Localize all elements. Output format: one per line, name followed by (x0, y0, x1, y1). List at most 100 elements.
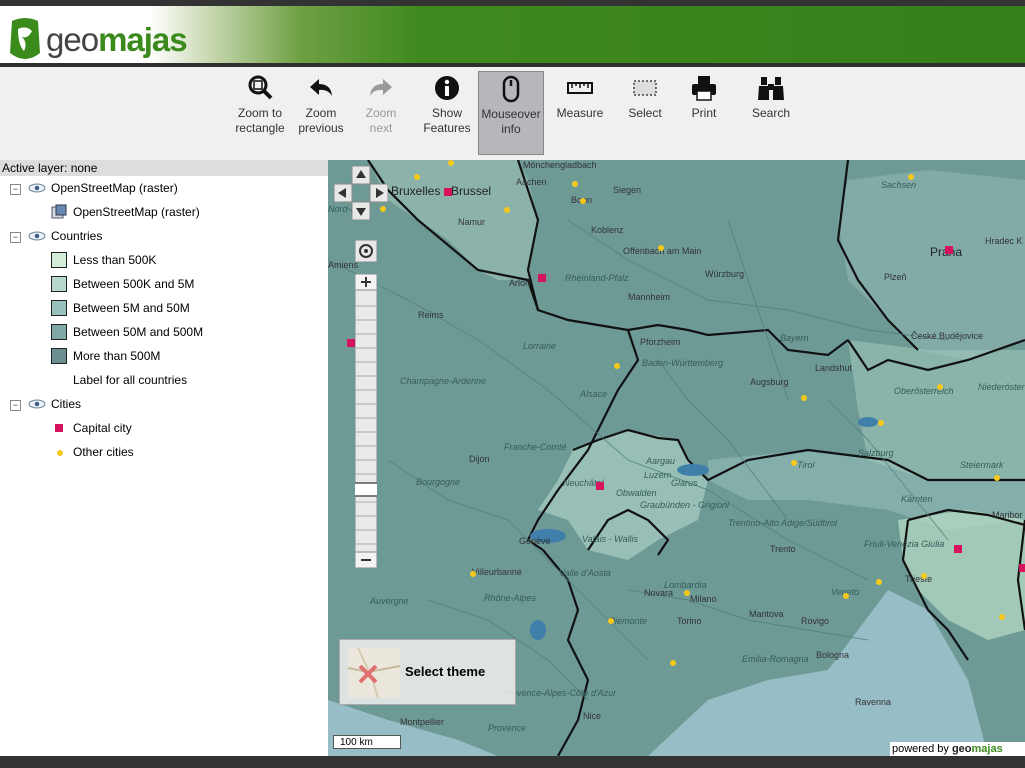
city-marker[interactable] (876, 579, 882, 585)
map-label: Mannheim (628, 292, 671, 302)
city-marker[interactable] (614, 363, 620, 369)
tool-label: Print (691, 106, 717, 120)
layer-name-countries[interactable]: Countries (51, 225, 102, 247)
map-label: Aachen (516, 177, 547, 187)
tool-label: Search (751, 106, 791, 120)
zoom-to-rectangle-button[interactable]: Zoom to rectangle (227, 71, 293, 155)
show-features-button[interactable]: Show Features (414, 71, 480, 155)
zoom-to-extent-icon[interactable] (355, 240, 377, 262)
legend-item-50m-500m: Between 50M and 500M (73, 325, 204, 339)
map-label: Namur (458, 217, 486, 227)
layer-name-cities[interactable]: Cities (51, 393, 81, 415)
map-label: Würzburg (705, 269, 745, 279)
map-toolbar: Zoom to rectangle Zoom previous Zoom nex… (0, 67, 1025, 160)
tool-label: Measure (556, 106, 604, 120)
capital-city-marker[interactable] (954, 545, 962, 553)
collapse-toggle-osm[interactable]: − (10, 184, 21, 195)
city-marker[interactable] (801, 395, 807, 401)
city-marker[interactable] (504, 207, 510, 213)
collapse-toggle-cities[interactable]: − (10, 400, 21, 411)
city-marker[interactable] (921, 573, 927, 579)
legend-item-label-all-countries: Label for all countries (73, 373, 188, 387)
map-label: Pforzheim (640, 337, 681, 347)
city-marker[interactable] (470, 571, 476, 577)
map-label: Alsace (580, 389, 608, 399)
select-theme-button[interactable]: Select theme (339, 639, 516, 705)
city-marker[interactable] (670, 660, 676, 666)
city-marker[interactable] (448, 160, 454, 166)
measure-button[interactable]: Measure (547, 71, 613, 155)
map-label: Siegen (613, 185, 642, 195)
capital-city-marker[interactable] (538, 274, 546, 282)
pan-control[interactable] (334, 166, 388, 220)
eye-icon[interactable] (28, 231, 46, 241)
map-label: Graubünden - Grigioni (640, 500, 730, 510)
capital-city-marker[interactable] (444, 188, 452, 196)
eye-icon[interactable] (28, 399, 46, 409)
city-marker[interactable] (658, 245, 664, 251)
eye-icon[interactable] (28, 183, 46, 193)
tool-label: Show Features (423, 106, 471, 135)
map-label: Trento (770, 544, 796, 554)
map-label: Kärnten (901, 494, 933, 504)
print-button[interactable]: Print (671, 71, 737, 155)
map-label: Auvergne (370, 596, 409, 606)
zoom-slider[interactable] (352, 273, 380, 569)
map-label: Oberösterreich (894, 386, 954, 396)
capital-city-marker[interactable] (596, 482, 604, 490)
map-label: Milano (690, 594, 717, 604)
city-marker[interactable] (994, 475, 1000, 481)
legend-item-500k-5m: Between 500K and 5M (73, 277, 195, 291)
zoom-previous-button[interactable]: Zoom previous (288, 71, 354, 155)
city-marker[interactable] (999, 614, 1005, 620)
mouse-icon (502, 75, 520, 103)
map-label: Piemonte (609, 616, 648, 626)
map-label: Reims (418, 310, 444, 320)
map-label: Bologna (816, 650, 850, 660)
map-label: Sachsen (881, 180, 917, 190)
map-label: Bourgogne (416, 477, 461, 487)
geomajas-logo[interactable]: geomajas (8, 15, 188, 65)
map-label: Villeurbanne (472, 567, 522, 577)
search-button[interactable]: Search (738, 71, 804, 155)
city-marker[interactable] (580, 198, 586, 204)
layer-name-osm[interactable]: OpenStreetMap (raster) (51, 177, 178, 199)
map-label: Friuli-Venezia Giulia (864, 539, 945, 549)
tool-label: Zoom next (365, 106, 397, 135)
swatch-5m-50m (51, 300, 67, 316)
select-rectangle-icon (633, 80, 657, 96)
tool-label: Zoom previous (298, 106, 344, 135)
map-label: Obwalden (616, 488, 657, 498)
city-marker[interactable] (572, 181, 578, 187)
info-icon (435, 76, 459, 100)
logo-wordmark: geomajas (46, 21, 188, 59)
bottom-edge-bar (0, 756, 1025, 768)
mouseover-info-button[interactable]: Mouseover info (478, 71, 544, 155)
undo-arrow-icon (310, 79, 332, 96)
map-view[interactable]: Bruxelles - Brussel Namur Nord-Pas Amien… (328, 160, 1025, 756)
city-marker[interactable] (937, 384, 943, 390)
legend-item-5m-50m: Between 5M and 50M (73, 301, 190, 315)
map-label: Baden-Württemberg (642, 358, 724, 368)
capital-city-marker[interactable] (945, 246, 953, 254)
map-label: Salzburg (858, 448, 894, 458)
active-layer-status: Active layer: none (0, 160, 328, 176)
select-button[interactable]: Select (612, 71, 678, 155)
map-label: Plzeň (884, 272, 907, 282)
city-marker[interactable] (908, 174, 914, 180)
tool-label: Zoom to rectangle (235, 106, 285, 135)
city-marker[interactable] (414, 174, 420, 180)
city-marker[interactable] (791, 460, 797, 466)
capital-city-marker[interactable] (347, 339, 355, 347)
binoculars-icon (758, 77, 784, 100)
collapse-toggle-countries[interactable]: − (10, 232, 21, 243)
city-marker[interactable] (843, 593, 849, 599)
city-marker[interactable] (878, 420, 884, 426)
map-label: Landshut (815, 363, 853, 373)
capital-city-marker[interactable] (1019, 564, 1025, 572)
zoom-next-button[interactable]: Zoom next (348, 71, 414, 155)
city-marker[interactable] (684, 590, 690, 596)
city-marker[interactable] (608, 618, 614, 624)
map-label: Luzern (644, 470, 672, 480)
theme-thumbnail (347, 647, 401, 699)
